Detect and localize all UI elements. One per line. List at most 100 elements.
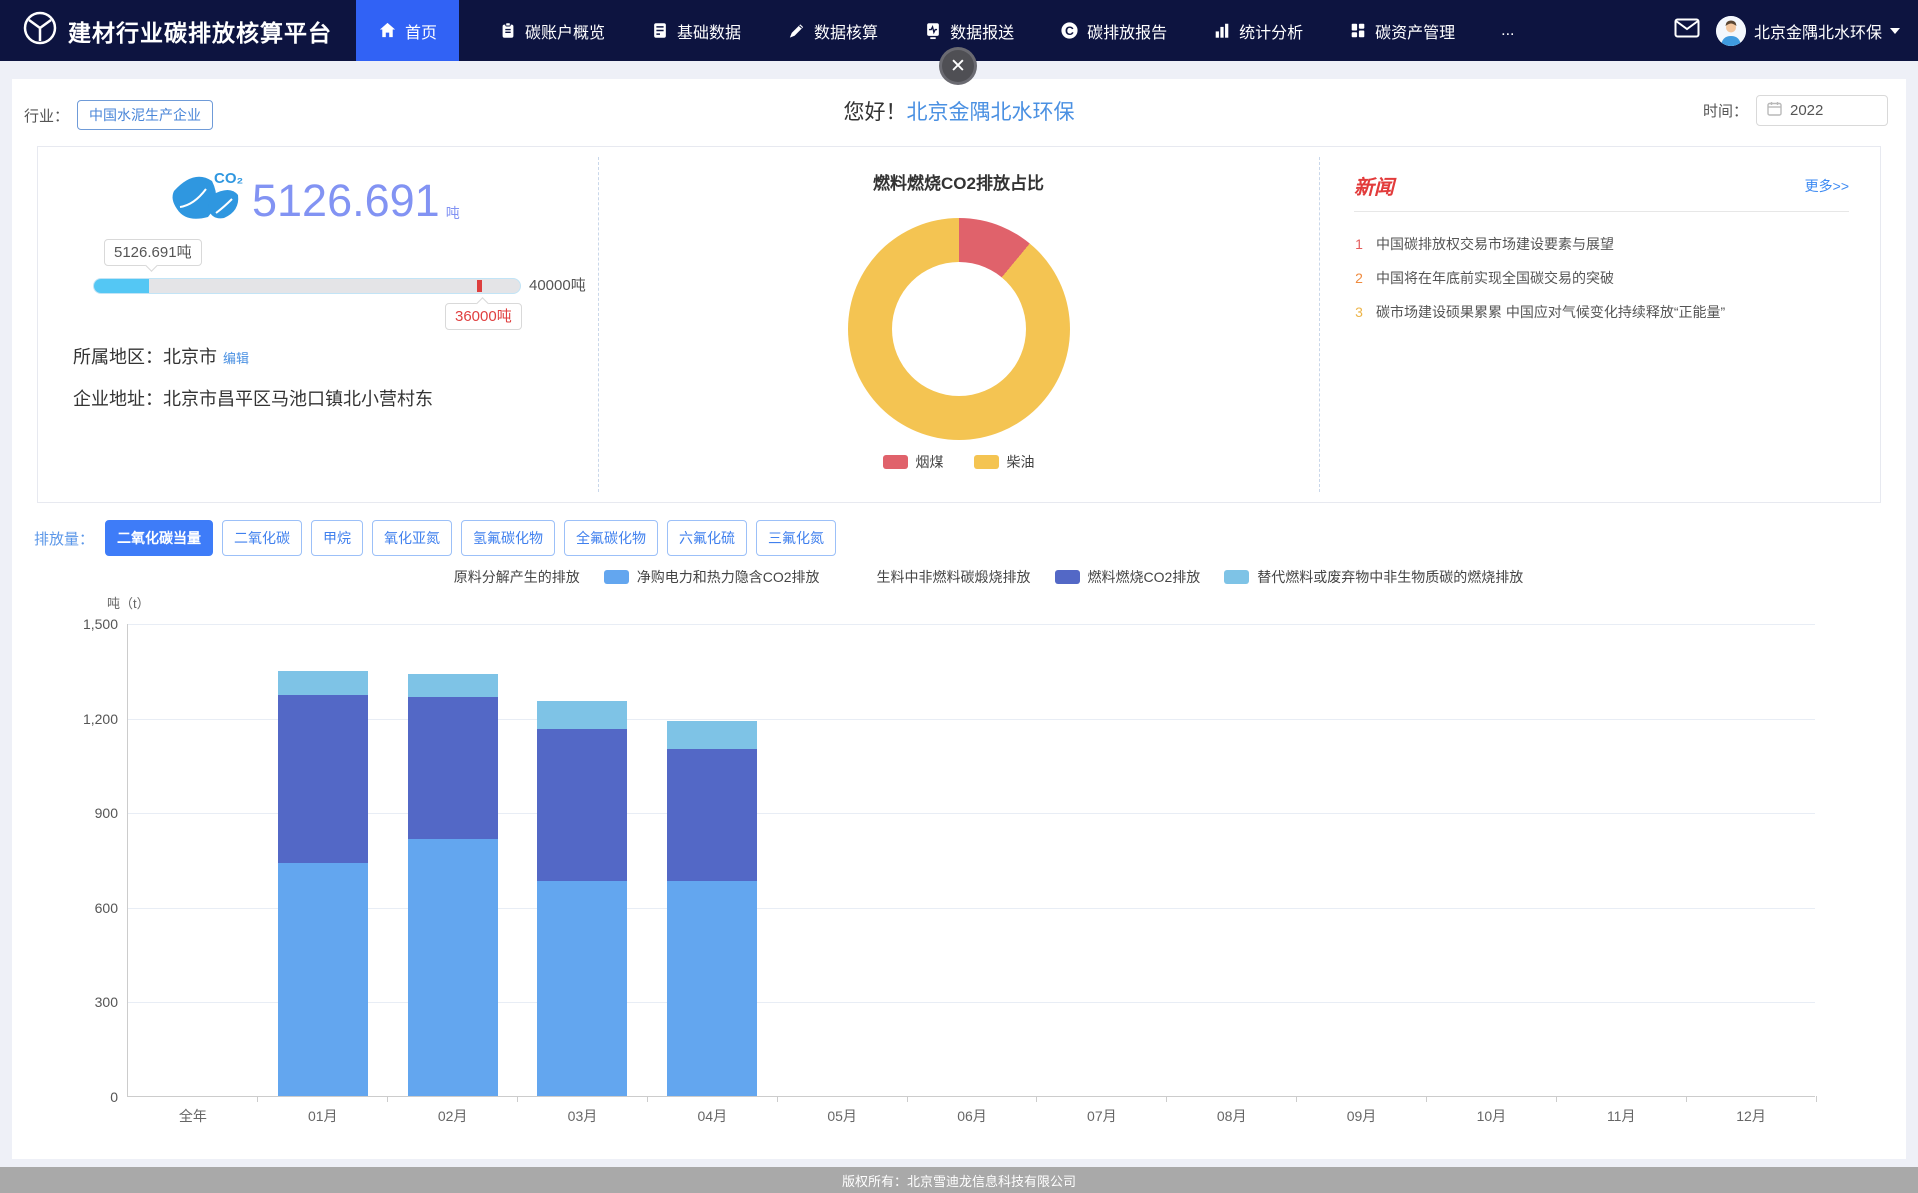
edit-region-link[interactable]: 编辑: [223, 351, 249, 366]
user-menu[interactable]: 北京金隅北水环保: [1716, 16, 1900, 46]
bar-chart-legend: 原料分解产生的排放 净购电力和热力隐含CO2排放 生料中非燃料碳煅烧排放 燃料燃烧CO…: [127, 567, 1817, 587]
threshold-tooltip: 36000吨: [445, 303, 522, 330]
bar-legend-item[interactable]: 生料中非燃料碳煅烧排放: [844, 567, 1031, 587]
region-line: 所属地区：北京市编辑: [73, 343, 249, 369]
gridline: [128, 813, 1815, 814]
base-data-icon: [651, 21, 669, 40]
time-group: 时间： 2022: [1703, 95, 1888, 126]
nav-item-6[interactable]: 统计分析: [1207, 0, 1309, 61]
nav-item-label: 碳排放报告: [1087, 19, 1167, 43]
region-label: 所属地区：: [73, 347, 163, 367]
gas-tab-6[interactable]: 六氟化硫: [667, 520, 747, 556]
nav-item-1[interactable]: 碳账户概览: [493, 0, 611, 61]
x-tick-mark: [387, 1096, 388, 1102]
x-tick-label: 03月: [518, 1106, 648, 1126]
news-item-number: 2: [1354, 270, 1364, 286]
nav-item-8[interactable]: ...: [1495, 0, 1520, 61]
emission-report-icon: C: [1060, 21, 1079, 40]
x-tick-label: 02月: [388, 1106, 518, 1126]
news-item-3[interactable]: 3碳市场建设硕果累累 中国应对气候变化持续释放“正能量”: [1354, 295, 1859, 329]
gas-tab-2[interactable]: 甲烷: [311, 520, 363, 556]
y-tick-label: 1,500: [83, 616, 118, 632]
progress-max-label: 40000吨: [529, 278, 586, 294]
nav-item-2[interactable]: 基础数据: [645, 0, 747, 61]
bar-stack-02月[interactable]: [408, 674, 498, 1096]
donut-legend-item[interactable]: 烟煤: [883, 452, 944, 472]
gridline: [128, 719, 1815, 720]
bar-legend-item[interactable]: 替代燃料或废弃物中非生物质碳的燃烧排放: [1224, 567, 1523, 587]
emission-tabs-row: 排放量： 二氧化碳当量二氧化碳甲烷氧化亚氮氢氟碳化物全氟碳化物六氟化硫三氟化氮: [34, 520, 836, 556]
x-tick-label: 07月: [1037, 1106, 1167, 1126]
bar-segment: [408, 697, 498, 839]
x-tick-label: 06月: [907, 1106, 1037, 1126]
x-tick-label: 08月: [1167, 1106, 1297, 1126]
donut-legend-item[interactable]: 柴油: [974, 452, 1035, 472]
bar-segment: [537, 701, 627, 729]
close-banner-button[interactable]: ✕: [939, 47, 977, 85]
gas-tab-7[interactable]: 三氟化氮: [756, 520, 836, 556]
y-tick-label: 1,200: [83, 711, 118, 727]
mail-icon[interactable]: [1674, 18, 1700, 43]
x-tick-mark: [777, 1096, 778, 1102]
gas-tab-3[interactable]: 氧化亚氮: [372, 520, 452, 556]
monthly-emission-bar-chart[interactable]: 1,5001,2009006003000全年01月02月03月04月05月06月…: [127, 624, 1815, 1097]
donut-hole: [892, 262, 1026, 396]
legend-label: 替代燃料或废弃物中非生物质碳的燃烧排放: [1257, 567, 1523, 587]
gas-tab-1[interactable]: 二氧化碳: [222, 520, 302, 556]
data-submit-icon: [924, 21, 942, 40]
nav-item-label: 数据报送: [950, 19, 1014, 43]
bar-stack-04月[interactable]: [667, 721, 757, 1096]
bar-stack-03月[interactable]: [537, 701, 627, 1096]
gas-tab-0[interactable]: 二氧化碳当量: [105, 520, 213, 556]
news-list: 1中国碳排放权交易市场建设要素与展望2中国将在年底前实现全国碳交易的突破3碳市场…: [1354, 227, 1859, 329]
co2-total-value: 5126.691: [252, 169, 440, 233]
bar-segment: [408, 839, 498, 1096]
co2-total-unit: 吨: [446, 203, 460, 223]
home-icon: [378, 21, 397, 40]
news-item-2[interactable]: 2中国将在年底前实现全国碳交易的突破: [1354, 261, 1859, 295]
nav-right: 北京金隅北水环保: [1674, 16, 1918, 46]
legend-marker: [421, 570, 446, 584]
emission-tabs-label: 排放量：: [34, 528, 94, 549]
carbon-asset-icon: [1349, 21, 1367, 40]
x-tick-mark: [1686, 1096, 1687, 1102]
progress-fill: [94, 279, 149, 293]
user-avatar: [1716, 16, 1746, 46]
threshold-marker: [477, 280, 482, 292]
y-tick-label: 600: [95, 900, 118, 916]
bar-segment: [278, 863, 368, 1096]
nav-item-0[interactable]: 首页: [356, 0, 459, 61]
legend-label: 原料分解产生的排放: [454, 567, 580, 587]
news-item-1[interactable]: 1中国碳排放权交易市场建设要素与展望: [1354, 227, 1859, 261]
year-picker-input[interactable]: 2022: [1756, 95, 1888, 126]
x-tick-label: 10月: [1426, 1106, 1556, 1126]
account-overview-icon: [499, 21, 517, 40]
year-value: 2022: [1790, 102, 1823, 119]
nav-item-7[interactable]: 碳资产管理: [1343, 0, 1461, 61]
x-tick-label: 12月: [1686, 1106, 1816, 1126]
summary-card: CO₂ 5126.691 吨 5126.691吨 40000吨 36000吨 所…: [37, 146, 1881, 503]
bar-legend-item[interactable]: 燃料燃烧CO2排放: [1055, 567, 1201, 587]
gridline: [128, 624, 1815, 625]
user-name: 北京金隅北水环保: [1754, 19, 1882, 43]
divider: [1319, 157, 1320, 492]
bar-legend-item[interactable]: 原料分解产生的排放: [421, 567, 580, 587]
nav-item-label: 碳账户概览: [525, 19, 605, 43]
x-tick-mark: [647, 1096, 648, 1102]
bar-segment: [667, 749, 757, 880]
page: 建材行业碳排放核算平台 首页碳账户概览基础数据数据核算数据报送C碳排放报告统计分…: [0, 0, 1918, 1193]
bar-legend-item[interactable]: 净购电力和热力隐含CO2排放: [604, 567, 820, 587]
bar-stack-01月[interactable]: [278, 671, 368, 1096]
y-tick-label: 900: [95, 805, 118, 821]
copyright-text: 版权所有：北京雪迪龙信息科技有限公司: [842, 1171, 1076, 1190]
footer: 版权所有：北京雪迪龙信息科技有限公司: [0, 1167, 1918, 1193]
nav-item-label: ...: [1501, 22, 1514, 40]
gas-tab-5[interactable]: 全氟碳化物: [564, 520, 658, 556]
news-more-link[interactable]: 更多>>: [1805, 176, 1849, 196]
nav-item-5[interactable]: C 碳排放报告: [1054, 0, 1173, 61]
gridline: [128, 1002, 1815, 1003]
gas-tab-4[interactable]: 氢氟碳化物: [461, 520, 555, 556]
nav-item-3[interactable]: 数据核算: [781, 0, 884, 61]
content-panel: 行业： 中国水泥生产企业 您好！北京金隅北水环保 时间： 2022: [12, 79, 1906, 1159]
nav-item-label: 基础数据: [677, 19, 741, 43]
